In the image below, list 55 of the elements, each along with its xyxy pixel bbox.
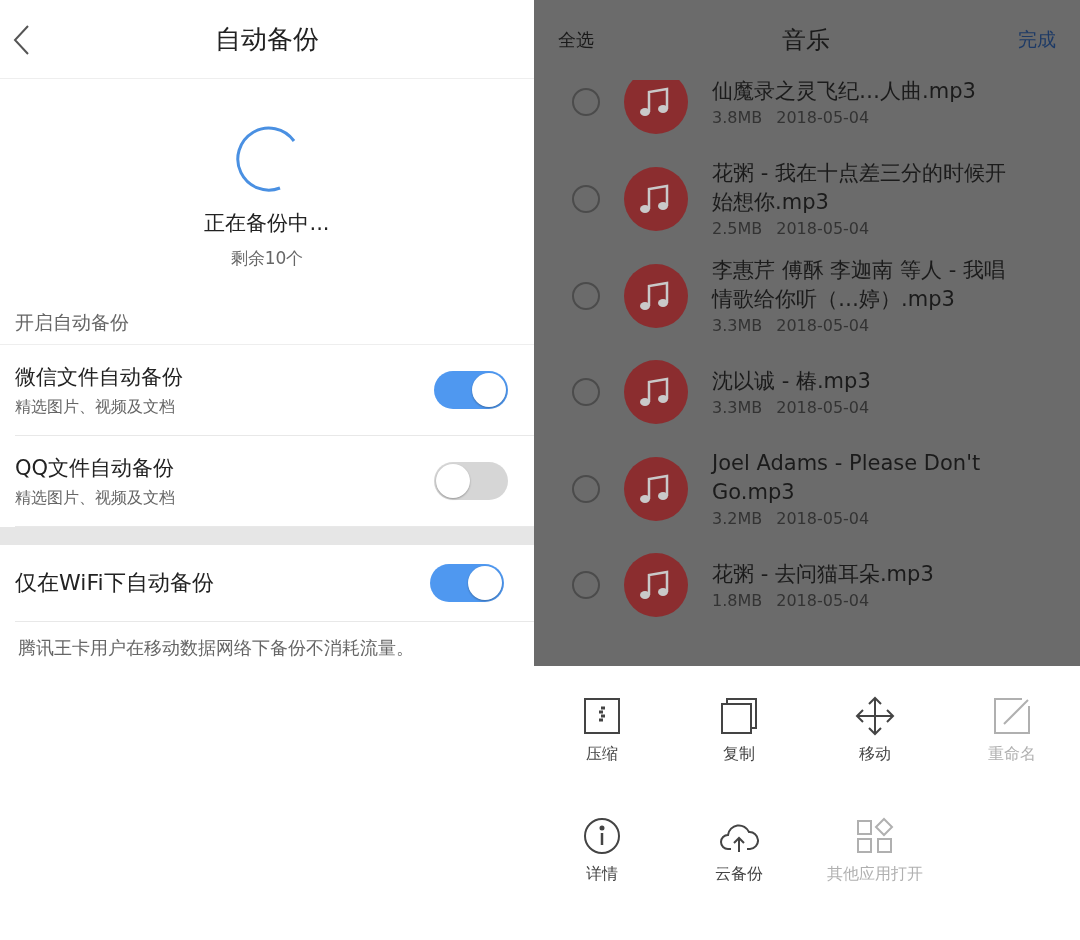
file-date: 2018-05-04 [776, 509, 870, 528]
file-size: 3.3MB [712, 316, 763, 335]
action-button[interactable]: 移动 [807, 696, 944, 816]
music-note-icon [624, 80, 688, 134]
file-date: 2018-05-04 [776, 108, 870, 127]
toggle-switch[interactable] [434, 371, 508, 409]
setting-title: 仅在WiFi下自动备份 [15, 569, 214, 597]
toggle-switch[interactable] [434, 462, 508, 500]
music-note-icon [624, 263, 688, 328]
copy-icon [718, 696, 759, 736]
file-date: 2018-05-04 [776, 219, 870, 238]
radio-button[interactable] [572, 474, 600, 503]
file-date: 2018-05-04 [776, 591, 870, 610]
info-icon [582, 816, 623, 856]
radio-button[interactable] [572, 281, 600, 310]
file-name: Joel Adams - Please Don't Go.mp3 [712, 450, 982, 506]
action-button[interactable]: 详情 [534, 816, 671, 936]
file-size: 3.3MB [712, 398, 763, 417]
screen-title: 自动备份 [215, 22, 319, 56]
screen-title: 音乐 [782, 25, 830, 56]
edit-icon [991, 696, 1032, 736]
toggle-switch[interactable] [430, 564, 504, 602]
note-text: 腾讯王卡用户在移动数据网络下备份不消耗流量。 [17, 636, 415, 660]
file-date: 2018-05-04 [776, 398, 870, 417]
setting-title: QQ文件自动备份 [15, 454, 175, 482]
file-name: 仙魔录之灵飞纪…人曲.mp3 [712, 80, 977, 105]
music-note-icon [624, 553, 688, 617]
setting-subtitle: 精选图片、视频及文档 [15, 396, 176, 418]
compress-icon [582, 696, 623, 736]
file-name: 花粥 - 去问猫耳朵.mp3 [712, 561, 935, 588]
music-note-icon [624, 456, 688, 521]
file-size: 3.2MB [712, 509, 763, 528]
apps-icon [855, 816, 896, 856]
radio-button[interactable] [572, 571, 600, 599]
file-size: 2.5MB [712, 219, 763, 238]
file-name: 沈以诚 - 椿.mp3 [712, 368, 872, 395]
action-button[interactable]: 复制 [670, 696, 807, 816]
move-icon [855, 696, 896, 736]
file-name: 李惠芹 傅酥 李迦南 等人 - 我唱情歌给你听（…婷）.mp3 [712, 257, 1006, 313]
music-note-icon [624, 360, 688, 424]
back-icon[interactable] [12, 24, 30, 56]
action-button[interactable]: 云备份 [670, 816, 807, 936]
setting-title: 微信文件自动备份 [15, 363, 183, 391]
backup-status: 正在备份中... [204, 210, 330, 237]
remaining-count: 剩余10个 [230, 247, 304, 270]
file-date: 2018-05-04 [776, 316, 870, 335]
music-note-icon [624, 166, 688, 231]
radio-button[interactable] [572, 184, 600, 213]
radio-button[interactable] [572, 88, 600, 116]
action-button[interactable]: 压缩 [534, 696, 671, 816]
file-size: 1.8MB [712, 591, 763, 610]
file-size: 3.8MB [712, 108, 763, 127]
radio-button[interactable] [572, 378, 600, 406]
setting-subtitle: 精选图片、视频及文档 [15, 487, 175, 509]
file-name: 花粥 - 我在十点差三分的时候开始想你.mp3 [712, 160, 1007, 216]
